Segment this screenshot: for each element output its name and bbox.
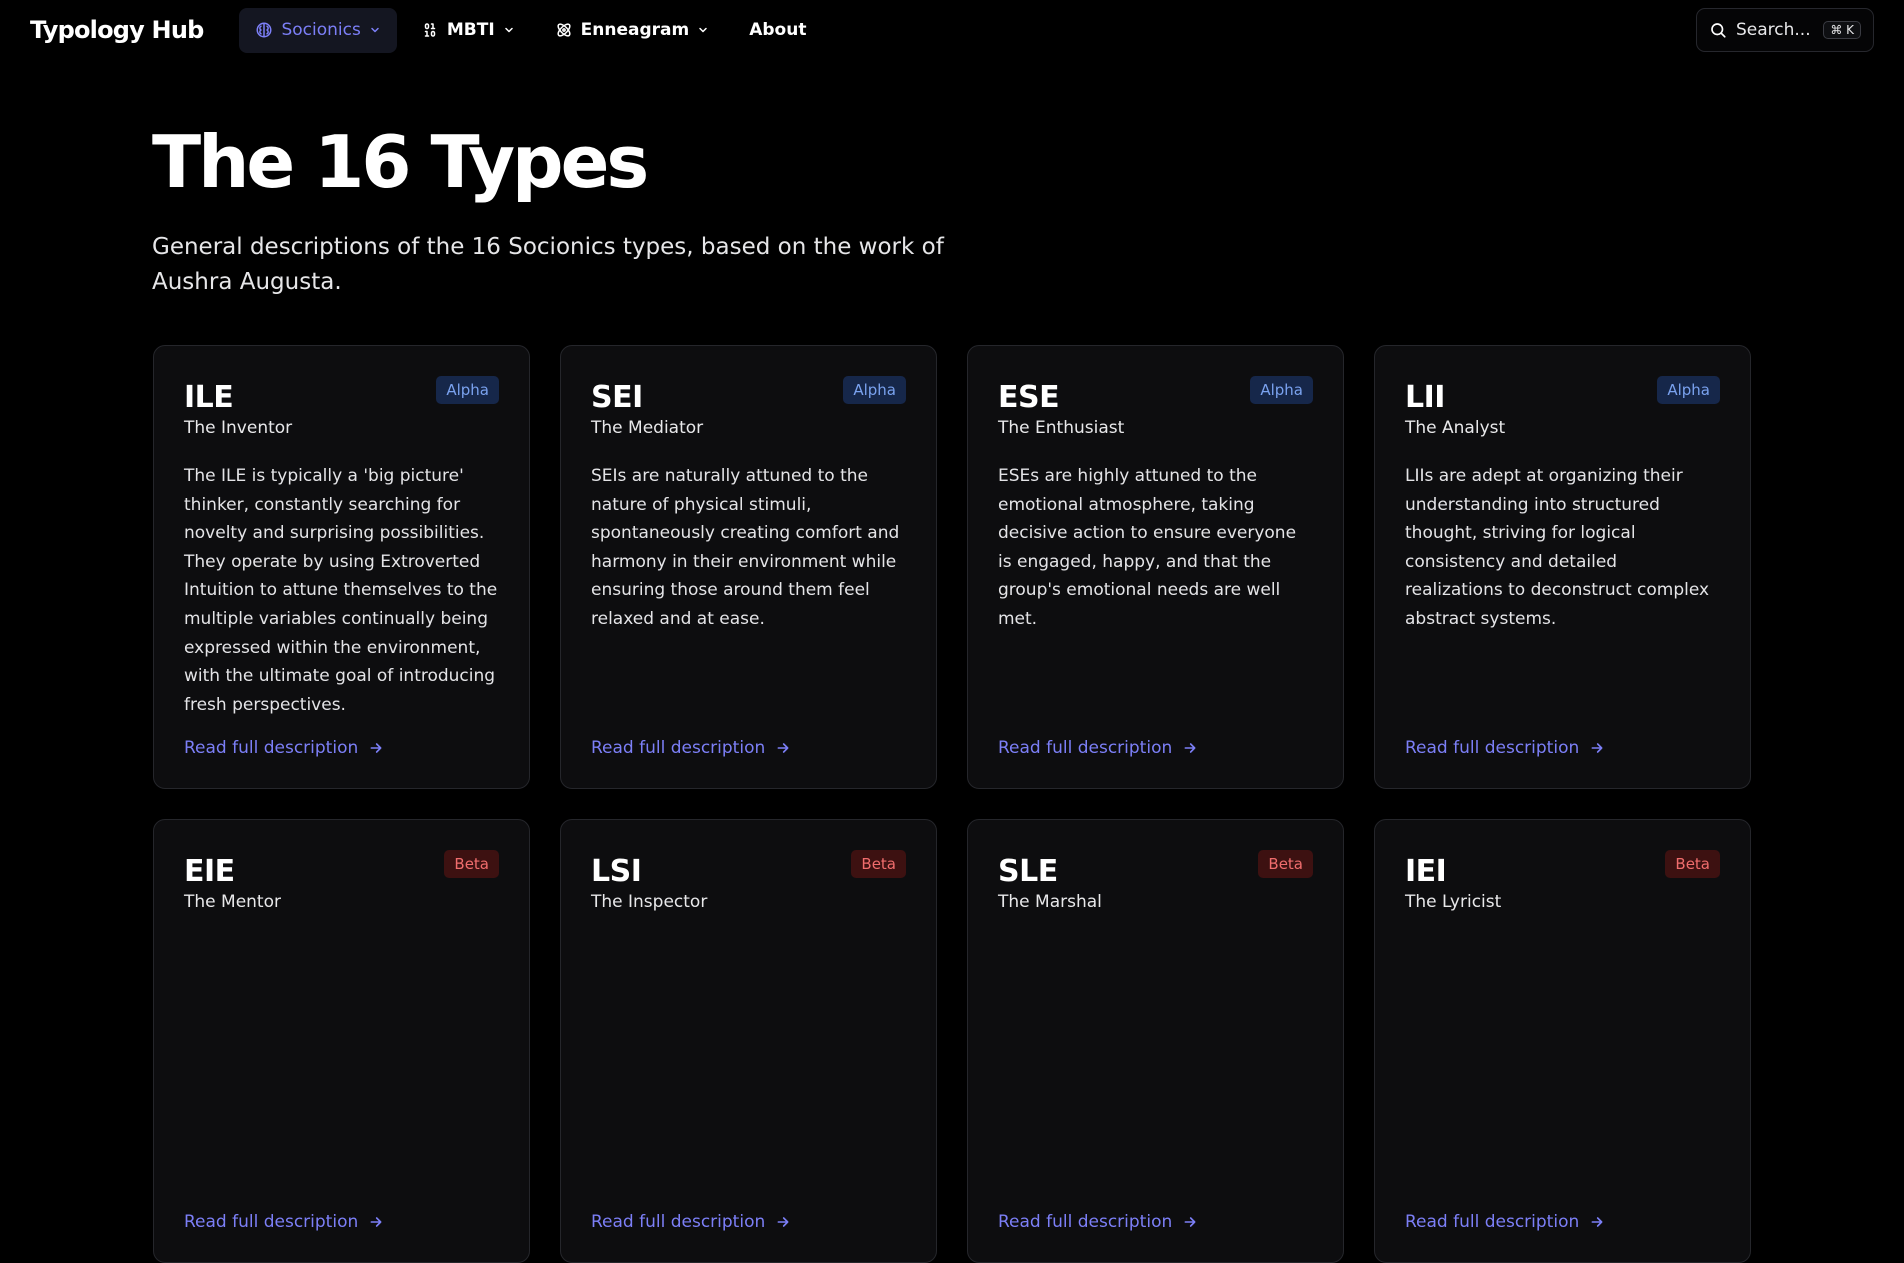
read-more-label: Read full description xyxy=(1405,1212,1580,1232)
read-full-description-link[interactable]: Read full description xyxy=(1405,738,1605,758)
brain-icon xyxy=(255,21,273,39)
chevron-down-icon xyxy=(697,24,709,36)
arrow-right-icon xyxy=(775,740,791,756)
read-full-description-link[interactable]: Read full description xyxy=(1405,1212,1605,1232)
arrow-right-icon xyxy=(1589,1214,1605,1230)
type-card-sei[interactable]: SEI The Mediator Alpha SEIs are naturall… xyxy=(560,345,937,789)
type-nickname: The Enthusiast xyxy=(998,418,1125,438)
quadra-badge: Beta xyxy=(1258,850,1313,878)
page-title: The 16 Types xyxy=(152,120,649,204)
quadra-badge: Alpha xyxy=(1657,376,1720,404)
arrow-right-icon xyxy=(775,1214,791,1230)
nav-socionics-label: Socionics xyxy=(281,20,361,40)
type-description: LIIs are adept at organizing their under… xyxy=(1405,466,1710,629)
type-description: The ILE is typically a 'big picture' thi… xyxy=(184,466,498,715)
quadra-badge: Alpha xyxy=(436,376,499,404)
type-nickname: The Marshal xyxy=(998,892,1102,912)
nav-socionics[interactable]: Socionics xyxy=(239,7,397,53)
binary-icon xyxy=(421,21,439,39)
read-full-description-link[interactable]: Read full description xyxy=(184,738,384,758)
read-more-label: Read full description xyxy=(184,1212,359,1232)
quadra-badge: Beta xyxy=(1665,850,1720,878)
nav-about[interactable]: About xyxy=(733,8,822,53)
read-full-description-link[interactable]: Read full description xyxy=(998,1212,1198,1232)
type-description: SEIs are naturally attuned to the nature… xyxy=(591,466,900,629)
top-navbar: Typology Hub Socionics MBTI Enneagram Ab… xyxy=(0,0,1904,60)
nav-about-label: About xyxy=(749,20,807,40)
read-full-description-link[interactable]: Read full description xyxy=(591,738,791,758)
read-full-description-link[interactable]: Read full description xyxy=(184,1212,384,1232)
type-nickname: The Mediator xyxy=(591,418,704,438)
arrow-right-icon xyxy=(368,740,384,756)
read-more-label: Read full description xyxy=(591,1212,766,1232)
nav-enneagram[interactable]: Enneagram xyxy=(539,8,726,53)
read-more-label: Read full description xyxy=(184,738,359,758)
type-card-lsi[interactable]: LSI The Inspector Beta Read full descrip… xyxy=(560,819,937,1263)
read-more-label: Read full description xyxy=(998,1212,1173,1232)
type-description: ESEs are highly attuned to the emotional… xyxy=(998,466,1297,629)
search-button[interactable]: Search... ⌘ K xyxy=(1696,8,1874,52)
nav-mbti[interactable]: MBTI xyxy=(405,8,531,53)
arrow-right-icon xyxy=(1589,740,1605,756)
type-card-ile[interactable]: ILE The Inventor Alpha The ILE is typica… xyxy=(153,345,530,789)
type-nickname: The Lyricist xyxy=(1405,892,1502,912)
quadra-badge: Beta xyxy=(444,850,499,878)
type-nickname: The Inventor xyxy=(184,418,293,438)
type-nickname: The Analyst xyxy=(1405,418,1506,438)
type-nickname: The Inspector xyxy=(591,892,708,912)
chevron-down-icon xyxy=(503,24,515,36)
search-label: Search... xyxy=(1736,20,1811,40)
type-nickname: The Mentor xyxy=(184,892,281,912)
quadra-badge: Alpha xyxy=(843,376,906,404)
brand-logo[interactable]: Typology Hub xyxy=(30,16,204,44)
arrow-right-icon xyxy=(1182,740,1198,756)
nav-enneagram-label: Enneagram xyxy=(580,20,690,40)
atom-icon xyxy=(555,21,573,39)
types-grid: ILE The Inventor Alpha The ILE is typica… xyxy=(153,345,1753,1263)
quadra-badge: Beta xyxy=(851,850,906,878)
read-full-description-link[interactable]: Read full description xyxy=(998,738,1198,758)
page-subtitle: General descriptions of the 16 Socionics… xyxy=(152,234,944,295)
chevron-down-icon xyxy=(369,24,381,36)
arrow-right-icon xyxy=(1182,1214,1198,1230)
search-shortcut: ⌘ K xyxy=(1823,21,1861,39)
nav-mbti-label: MBTI xyxy=(446,20,495,40)
type-card-ese[interactable]: ESE The Enthusiast Alpha ESEs are highly… xyxy=(967,345,1344,789)
type-card-sle[interactable]: SLE The Marshal Beta Read full descripti… xyxy=(967,819,1344,1263)
type-card-iei[interactable]: IEI The Lyricist Beta Read full descript… xyxy=(1374,819,1751,1263)
read-more-label: Read full description xyxy=(591,738,766,758)
read-more-label: Read full description xyxy=(1405,738,1580,758)
type-card-lii[interactable]: LII The Analyst Alpha LIIs are adept at … xyxy=(1374,345,1751,789)
arrow-right-icon xyxy=(368,1214,384,1230)
quadra-badge: Alpha xyxy=(1250,376,1313,404)
search-icon xyxy=(1709,21,1727,39)
read-more-label: Read full description xyxy=(998,738,1173,758)
read-full-description-link[interactable]: Read full description xyxy=(591,1212,791,1232)
hero-section: The 16 Types General descriptions of the… xyxy=(152,118,1052,300)
type-card-eie[interactable]: EIE The Mentor Beta Read full descriptio… xyxy=(153,819,530,1263)
